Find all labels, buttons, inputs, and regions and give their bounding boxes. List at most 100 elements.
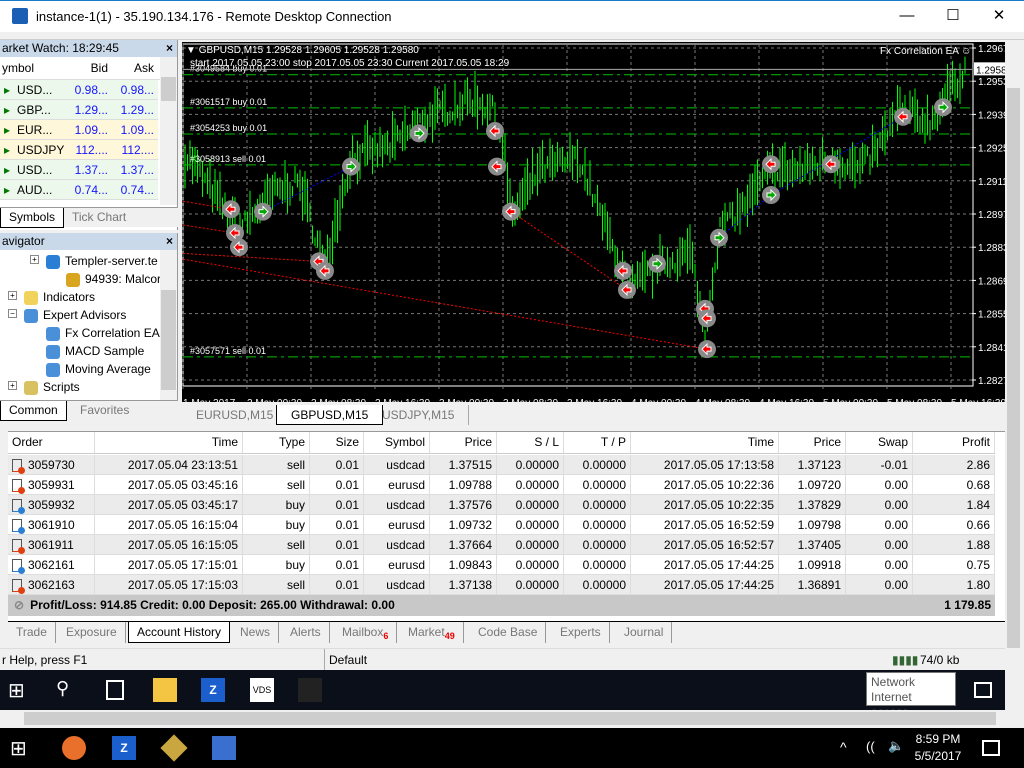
firefox-icon[interactable] — [62, 736, 86, 760]
market-watch-row[interactable]: ▸ EUR... 1.09... 1.09... — [0, 120, 158, 140]
vds-app-icon[interactable]: VDS — [250, 678, 274, 702]
app-icon[interactable] — [160, 734, 188, 762]
navigator-item[interactable]: 94939: Malcor — [66, 270, 161, 288]
market-watch-row[interactable]: ▸ USD... 1.37... 1.37... — [0, 160, 158, 180]
remote-desktop-icon[interactable] — [212, 736, 236, 760]
terminal-tab[interactable]: Account History — [128, 622, 231, 643]
terminal-tab[interactable]: Trade — [8, 622, 56, 643]
close-icon[interactable]: × — [166, 233, 173, 250]
column-header[interactable]: Time — [95, 432, 243, 453]
tab-tick-chart[interactable]: Tick Chart — [64, 208, 134, 228]
market-watch-row[interactable]: ▸ GBP... 1.29... 1.29... — [0, 100, 158, 120]
cell-text: 0.01 — [335, 518, 359, 532]
market-watch-row[interactable]: ▸ AUD... 0.74... 0.74... — [0, 180, 158, 200]
market-watch-panel: arket Watch: 18:29:45 × ymbol Bid Ask ▸ US… — [0, 40, 178, 230]
tree-toggle-icon[interactable]: − — [8, 309, 17, 318]
terminal-tab[interactable]: Mailbox6 — [334, 622, 398, 643]
column-header[interactable]: Size — [310, 432, 364, 453]
navigator-scrollbar[interactable] — [160, 250, 177, 400]
cell-10: 0.00 — [846, 555, 913, 575]
up-arrow-icon: ▸ — [4, 183, 11, 197]
table-row[interactable]: 3059932 2017.05.05 03:45:17 buy 0.01 usdcad 1… — [8, 495, 995, 515]
zoiper-icon[interactable]: Z — [112, 736, 136, 760]
tree-toggle-icon[interactable]: + — [30, 255, 39, 264]
metatrader-icon[interactable] — [298, 678, 322, 702]
column-header[interactable]: Profit — [913, 432, 995, 453]
col-bid[interactable]: Bid — [91, 61, 108, 75]
market-watch-row[interactable]: ▸ USD... 0.98... 0.98... — [0, 80, 158, 100]
terminal-tab[interactable]: Exposure — [58, 622, 126, 643]
maximize-button[interactable]: ☐ — [930, 1, 976, 33]
window-title: instance-1(1) - 35.190.134.176 - Remote … — [36, 9, 392, 24]
cell-3: 0.01 — [310, 455, 364, 475]
volume-icon[interactable]: 🔈 — [888, 738, 904, 754]
clock[interactable]: 8:59 PM 5/5/2017 — [912, 732, 964, 763]
navigator-item[interactable]: Moving Average — [46, 360, 151, 378]
file-explorer-icon[interactable] — [153, 678, 177, 702]
table-row[interactable]: 3061911 2017.05.05 16:15:05 sell 0.01 usdcad… — [8, 535, 995, 555]
close-button[interactable]: ✕ — [976, 1, 1022, 33]
bid: 0.98... — [74, 83, 108, 97]
table-row[interactable]: 3062163 2017.05.05 17:15:03 sell 0.01 usdcad… — [8, 575, 995, 595]
tab-symbols[interactable]: Symbols — [0, 208, 65, 228]
market-watch-row[interactable]: ▸ USDJPY 112.... 112.... — [0, 140, 158, 160]
price-chart[interactable]: 1.2967 1.2953 1.2939 1.2925 1.2911 1.2897 1.28… — [182, 42, 1005, 402]
terminal-tab[interactable]: Market49 — [400, 622, 464, 643]
terminal-tab[interactable]: Experts — [552, 622, 610, 643]
wifi-icon[interactable]: (( — [866, 739, 875, 754]
search-icon[interactable]: ⚲ — [56, 678, 80, 702]
chart-tab-usdjpy[interactable]: USDJPY,M15 — [368, 405, 470, 425]
notifications-icon[interactable] — [974, 682, 992, 698]
navigator-item[interactable]: MACD Sample — [46, 342, 144, 360]
column-header[interactable]: S / L — [497, 432, 564, 453]
navigator-item[interactable]: Indicators — [24, 288, 95, 306]
task-view-icon[interactable] — [106, 680, 124, 700]
cell-0: 3062163 — [8, 575, 95, 595]
navigator-item[interactable]: Expert Advisors — [24, 306, 126, 324]
windows-start-icon[interactable]: ⊞ — [8, 678, 32, 702]
cell-4: usdcad — [364, 495, 430, 515]
chart-vscrollbar[interactable] — [1005, 40, 1022, 670]
navigator-item[interactable]: Fx Correlation EA — [46, 324, 160, 342]
navigator-item[interactable]: Scripts — [24, 378, 80, 396]
symbol: USD... — [17, 83, 53, 97]
column-header[interactable]: Price — [779, 432, 846, 453]
column-header[interactable]: Order — [8, 432, 95, 453]
symbol: USDJPY — [17, 143, 65, 157]
close-icon[interactable]: × — [166, 40, 173, 57]
column-header[interactable]: Type — [243, 432, 310, 453]
col-ask[interactable]: Ask — [134, 61, 154, 75]
show-hidden-icons-icon[interactable]: ^ — [840, 739, 847, 755]
column-header[interactable]: T / P — [564, 432, 631, 453]
windows-start-icon[interactable]: ⊞ — [10, 736, 34, 760]
col-symbol[interactable]: ymbol — [2, 61, 34, 75]
terminal-tab[interactable]: Alerts — [282, 622, 330, 643]
table-row[interactable]: 3062161 2017.05.05 17:15:01 buy 0.01 eurusd 1… — [8, 555, 995, 575]
column-header[interactable]: Price — [430, 432, 497, 453]
chart-tab-eurusd[interactable]: EURUSD,M15 — [182, 405, 289, 425]
terminal-tab[interactable]: Journal — [616, 622, 673, 643]
zoiper-icon[interactable]: Z — [201, 678, 225, 702]
tree-toggle-icon[interactable]: + — [8, 381, 17, 390]
remote-hscrollbar[interactable] — [0, 710, 1020, 727]
status-help: r Help, press F1 — [2, 653, 88, 667]
terminal-tab[interactable]: Code Base — [470, 622, 547, 643]
table-row[interactable]: 3059730 2017.05.04 23:13:51 sell 0.01 usdcad… — [8, 455, 995, 475]
market-watch-title-text: arket Watch: 18:29:45 — [2, 41, 119, 55]
cell-10: -0.01 — [846, 455, 913, 475]
minimize-button[interactable]: — — [884, 1, 930, 33]
market-watch-scrollbar[interactable] — [160, 57, 177, 205]
column-header[interactable]: Swap — [846, 432, 913, 453]
table-row[interactable]: 3059931 2017.05.05 03:45:16 sell 0.01 eurusd… — [8, 475, 995, 495]
action-center-icon[interactable] — [982, 740, 1000, 756]
table-row[interactable]: 3061910 2017.05.05 16:15:04 buy 0.01 eurusd 1… — [8, 515, 995, 535]
tab-common[interactable]: Common — [0, 401, 67, 421]
column-header[interactable]: Time — [631, 432, 779, 453]
ea-name: Fx Correlation EA — [880, 46, 959, 57]
tab-favorites[interactable]: Favorites — [72, 401, 137, 421]
terminal-tab[interactable]: News — [232, 622, 280, 643]
navigator-item[interactable]: Templer-server.te — [46, 252, 158, 270]
column-header[interactable]: Symbol — [364, 432, 430, 453]
tree-toggle-icon[interactable]: + — [8, 291, 17, 300]
cell-3: 0.01 — [310, 475, 364, 495]
